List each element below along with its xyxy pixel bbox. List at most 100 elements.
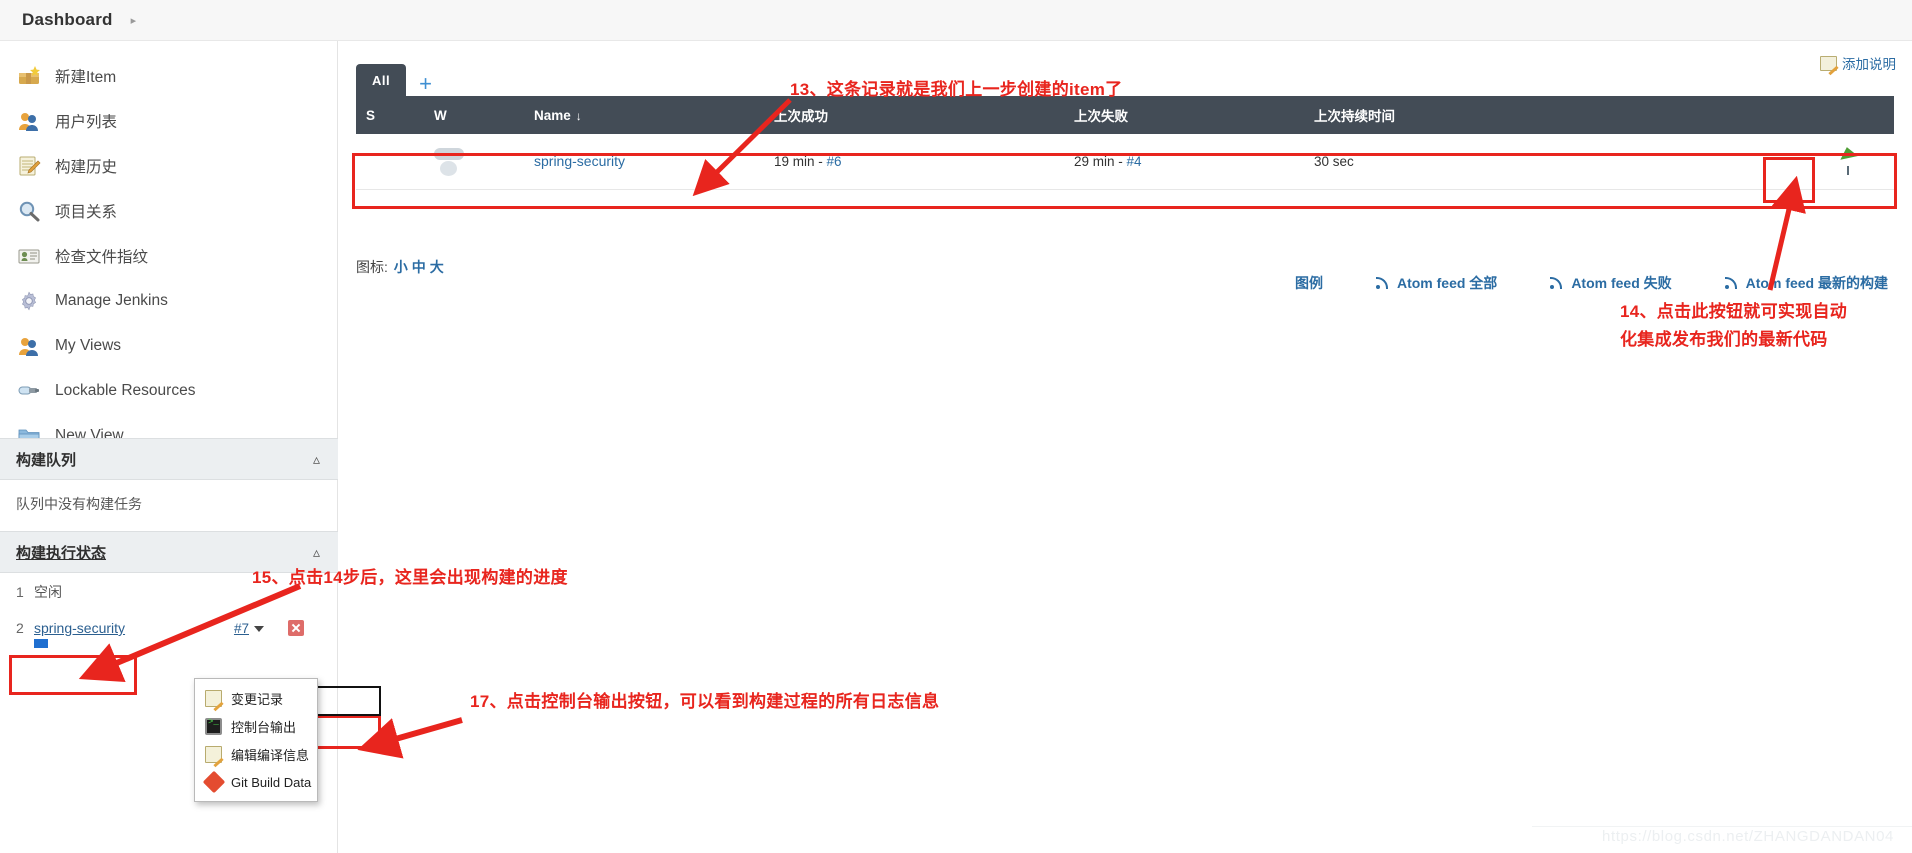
sidebar-item-label: 构建历史 (55, 158, 118, 176)
job-link-spring-security[interactable]: spring-security (534, 153, 625, 169)
rss-icon (1549, 276, 1563, 290)
breadcrumb-dashboard[interactable]: Dashboard (22, 10, 113, 30)
executor-row: 2 spring-security #7 (0, 611, 338, 655)
view-tab-bar: All + (356, 64, 432, 97)
cell-status (356, 134, 424, 190)
atom-feed-all-link[interactable]: Atom feed 全部 (1375, 273, 1497, 293)
jobs-table-header-row: S W Name ↓ 上次成功 上次失败 上次持续时间 (356, 96, 1894, 134)
build-progress-bar (34, 639, 125, 648)
context-menu-item-git-build-data[interactable]: Git Build Data (195, 768, 317, 796)
cell-weather (424, 134, 524, 190)
sidebar-item-project-relationship[interactable]: 项目关系 (0, 188, 337, 233)
column-header-last-duration[interactable]: 上次持续时间 (1304, 96, 1604, 134)
column-header-name-label: Name (534, 107, 571, 123)
sidebar-item-label: Manage Jenkins (55, 291, 168, 309)
build-history-icon (16, 153, 42, 179)
icon-size-legend-label: 图标: (356, 259, 388, 275)
executor-number: 2 (16, 620, 24, 636)
atom-feed-latest-label: Atom feed 最新的构建 (1745, 275, 1888, 291)
sidebar-item-fingerprint-check[interactable]: 检查文件指纹 (0, 233, 337, 278)
cell-name: spring-security (524, 134, 764, 190)
last-failure-time: 29 min - (1074, 153, 1127, 169)
icon-size-large[interactable]: 大 (430, 259, 444, 275)
annotation-17: 17、点击控制台输出按钮，可以看到构建过程的所有日志信息 (470, 692, 940, 711)
chevron-up-icon[interactable]: ▵ (313, 451, 320, 468)
sidebar-item-lockable-resources[interactable]: Lockable Resources (0, 368, 337, 413)
build-executor-title: 构建执行状态 (16, 544, 107, 562)
annotation-14-line1: 14、点击此按钮就可实现自动 (1620, 302, 1848, 321)
sidebar-item-label: Lockable Resources (55, 381, 196, 399)
fingerprint-icon (16, 243, 42, 269)
icon-size-legend: 图标: 小中大 (356, 257, 446, 277)
legend-link[interactable]: 图例 (1295, 273, 1323, 293)
column-header-status[interactable]: S (356, 96, 424, 134)
column-header-actions (1604, 96, 1894, 134)
add-description-label: 添加说明 (1842, 57, 1896, 72)
column-header-name[interactable]: Name ↓ (524, 96, 764, 134)
last-failure-build-link[interactable]: #4 (1127, 154, 1142, 169)
add-description-link[interactable]: 添加说明 (1820, 53, 1896, 73)
watermark-line (1532, 826, 1912, 827)
chevron-down-icon (254, 626, 264, 633)
executor-build-number-dropdown[interactable]: #7 (234, 620, 264, 636)
sidebar-item-label: 用户列表 (55, 113, 118, 131)
sort-descending-icon: ↓ (575, 108, 582, 123)
build-queue-header[interactable]: 构建队列 ▵ (0, 438, 338, 480)
cell-last-failure: 29 min - #4 (1064, 134, 1304, 190)
atom-feed-all-label: Atom feed 全部 (1396, 275, 1498, 291)
lock-resource-icon (16, 378, 42, 404)
icon-size-medium[interactable]: 中 (412, 259, 426, 275)
atom-feed-failures-label: Atom feed 失败 (1571, 275, 1672, 291)
build-queue-title: 构建队列 (16, 451, 77, 469)
edit-note-icon (1820, 55, 1837, 71)
new-item-icon (16, 63, 42, 89)
sidebar-item-new-item[interactable]: 新建Item (0, 53, 337, 98)
changes-note-icon (205, 689, 222, 707)
edit-build-info-icon (205, 745, 222, 763)
cell-last-duration: 30 sec (1304, 134, 1604, 190)
cell-last-success: 19 min - #6 (764, 134, 1064, 190)
chevron-right-icon[interactable]: ▸ (131, 14, 137, 27)
users-icon (16, 108, 42, 134)
build-queue-empty-text: 队列中没有构建任务 (16, 496, 142, 512)
build-executor-panel: 构建执行状态 ▵ 1 空闲 2 spring-security #7 (0, 531, 338, 655)
annotation-15: 15、点击14步后，这里会出现构建的进度 (252, 568, 568, 587)
executor-status-label: 空闲 (34, 584, 62, 600)
magnifier-icon (16, 198, 42, 224)
table-row[interactable]: spring-security 19 min - #6 29 min - #4 … (356, 134, 1894, 190)
console-output-icon (205, 717, 222, 735)
sidebar-item-manage-jenkins[interactable]: Manage Jenkins (0, 278, 337, 323)
context-menu-item-console-output[interactable]: 控制台输出 (195, 712, 317, 740)
rss-icon (1724, 276, 1738, 290)
context-menu-item-label: 编辑编译信息 (231, 747, 310, 763)
build-queue-panel: 构建队列 ▵ 队列中没有构建任务 (0, 438, 338, 528)
add-view-button[interactable]: + (419, 73, 432, 97)
context-menu-item-edit-build-info[interactable]: 编辑编译信息 (195, 740, 317, 768)
main-content: 添加说明 All + S W Name ↓ 上次成功 上次失败 上次持续时间 s… (338, 41, 1912, 853)
atom-feed-failures-link[interactable]: Atom feed 失败 (1549, 273, 1672, 293)
sidebar-item-users[interactable]: 用户列表 (0, 98, 337, 143)
tab-all[interactable]: All (356, 64, 407, 97)
executor-number: 1 (16, 584, 24, 600)
git-diamond-icon (202, 770, 226, 793)
executor-job-link[interactable]: spring-security (34, 620, 125, 636)
legend-link-label: 图例 (1294, 275, 1323, 291)
cancel-build-button[interactable] (288, 620, 304, 636)
annotation-13: 13、这条记录就是我们上一步创建的item了 (790, 80, 1123, 99)
footer-links: 图例 Atom feed 全部 Atom feed 失败 Atom feed 最… (1295, 273, 1888, 293)
annotation-14-line2: 化集成发布我们的最新代码 (1620, 330, 1828, 349)
atom-feed-latest-link[interactable]: Atom feed 最新的构建 (1724, 273, 1888, 293)
context-menu-item-label: 变更记录 (231, 691, 284, 707)
last-success-time: 19 min - (774, 153, 827, 169)
chevron-up-icon[interactable]: ▵ (313, 544, 320, 561)
last-success-build-link[interactable]: #6 (827, 154, 842, 169)
column-header-weather[interactable]: W (424, 96, 524, 134)
sidebar-nav-list: 新建Item 用户列表 构建历史 项目关系 检查文件指纹 Manage Jenk… (0, 41, 337, 458)
sidebar-item-build-history[interactable]: 构建历史 (0, 143, 337, 188)
context-menu-item-changes[interactable]: 变更记录 (195, 684, 317, 712)
build-context-menu: 变更记录 控制台输出 编辑编译信息 Git Build Data (194, 678, 318, 802)
gear-icon (16, 288, 42, 314)
sidebar-item-my-views[interactable]: My Views (0, 323, 337, 368)
icon-size-small[interactable]: 小 (394, 259, 408, 275)
context-menu-item-label: 控制台输出 (231, 719, 297, 735)
